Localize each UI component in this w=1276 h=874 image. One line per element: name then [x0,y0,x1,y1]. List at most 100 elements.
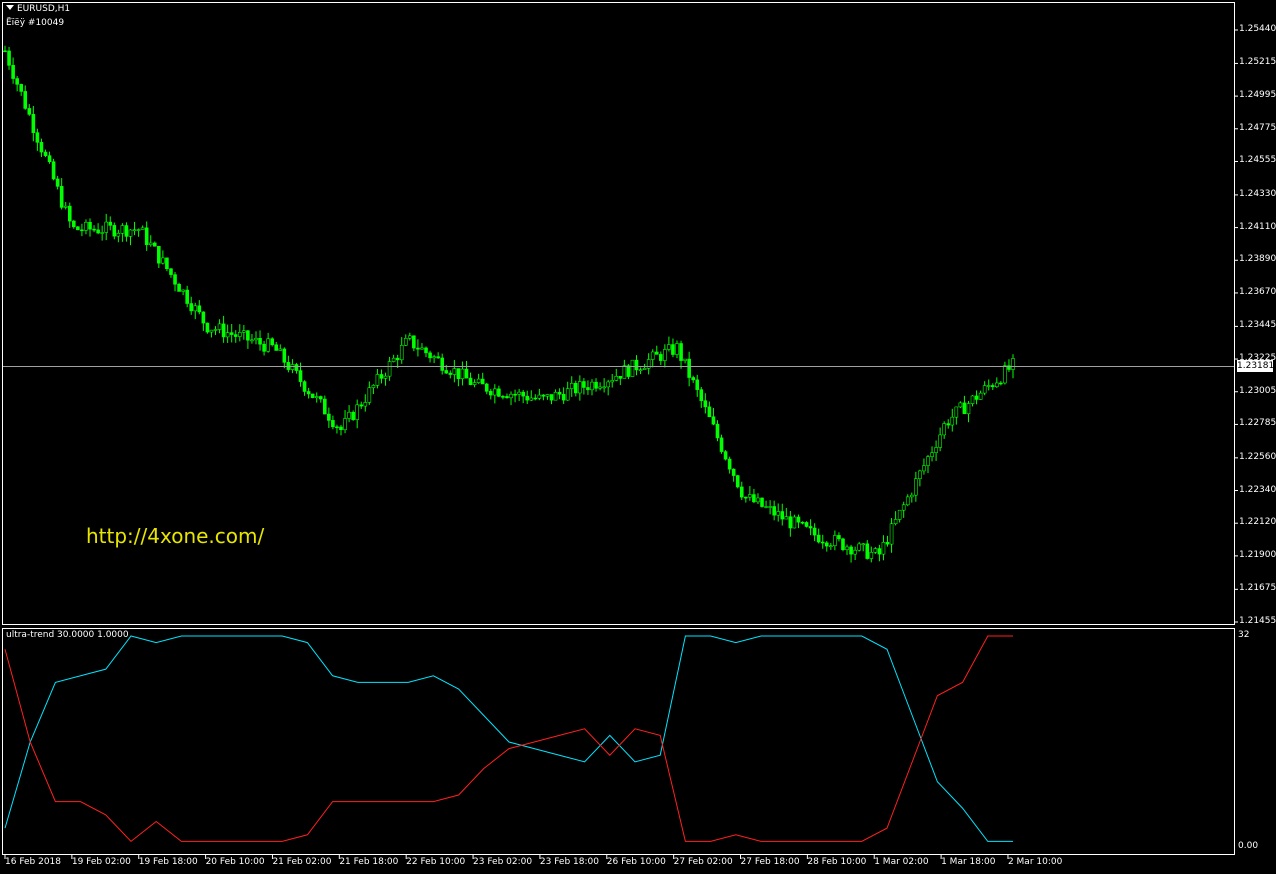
candle-body [440,357,445,371]
candle-body [788,516,793,529]
candle-body [505,396,509,399]
candle-body [723,451,728,460]
candle-body [493,388,497,396]
candle-body [970,395,975,404]
candle-body [35,132,40,143]
candle-body [456,368,461,380]
candle-body [926,456,930,466]
candle-body [201,311,206,324]
candle-body [995,382,999,387]
candle-body [772,506,776,516]
candle-body [92,228,96,231]
candle-body [221,323,226,338]
price-tick-label: 1.21455 [1239,616,1276,626]
candle-body [517,391,521,395]
candle-body [274,344,279,351]
candle-body [436,356,440,359]
candle-body [606,381,610,388]
candle-body [573,383,578,394]
candle-body [978,392,983,400]
expert-label: Ëïëÿ #10049 [6,18,65,28]
candle-body [578,381,582,394]
candle-body [88,222,92,230]
candle-body [654,351,659,355]
candle-body [464,368,469,379]
price-tick-label: 1.24110 [1239,221,1276,232]
candle-body [541,394,546,397]
candle-body [642,367,647,370]
candle-body [237,332,242,337]
candle-body [614,375,619,381]
candle-body [630,359,635,377]
candle-body [193,305,198,312]
candle-body [861,543,866,546]
candle-body [416,347,420,350]
candle-body [942,423,946,436]
candle-body [161,257,165,264]
candle-body [853,549,857,555]
candle-body [420,347,424,350]
time-tick-label: 1 Mar 18:00 [941,857,996,867]
candle-body [699,389,704,401]
candle-body [165,257,169,270]
candle-body [569,383,574,389]
price-chart-canvas[interactable] [0,0,1276,874]
time-tick-label: 23 Feb 18:00 [539,857,599,867]
candle-body [55,178,60,187]
candle-body [626,365,631,377]
candle-body [19,84,23,92]
candle-body [739,486,744,498]
candle-body [250,339,254,342]
candle-body [310,393,315,398]
candle-body [468,377,473,385]
candle-body [136,229,141,231]
candle-body [76,226,80,231]
candle-body [225,332,230,338]
price-tick-label: 1.25440 [1239,24,1276,34]
candle-body [703,400,708,408]
candle-body [659,354,663,361]
candle-body [667,344,671,350]
candle-body [379,374,384,379]
candle-body [347,411,351,419]
candle-body [877,548,882,555]
time-tick-label: 19 Feb 18:00 [138,857,198,867]
candle-body [242,330,246,333]
candle-body [262,343,266,352]
candle-body [124,225,129,237]
candle-body [383,375,388,379]
candle-body [808,526,813,529]
candle-body [881,542,886,555]
candle-body [950,416,955,426]
candle-body [824,542,829,547]
candle-body [412,335,416,349]
ultra-trend-down-line [4,635,1013,843]
candle-body [586,387,590,391]
candle-body [395,357,400,361]
candle-body [663,349,667,361]
candle-body [104,221,109,233]
dropdown-triangle-icon[interactable] [6,5,14,10]
candle-body [675,343,679,355]
candle-body [837,535,841,540]
candle-body [472,382,477,385]
indicator-bottom-tick: 0.00 [1238,841,1259,851]
time-tick-label: 16 Feb 2018 [5,857,62,867]
candle-body [869,552,874,559]
candle-body [327,413,331,421]
candle-body [209,329,214,333]
candle-body [962,402,967,415]
candle-body [173,274,177,285]
time-tick-label: 27 Feb 18:00 [740,857,800,867]
candle-body [169,268,173,275]
price-tick-label: 1.23005 [1239,385,1276,396]
candle-body [707,406,712,418]
candle-body [922,465,926,472]
symbol-label: EURUSD,H1 [6,4,70,15]
candle-body [84,222,88,231]
candle-body [128,229,133,237]
candle-body [748,494,752,498]
candle-body [804,522,809,527]
candle-body [784,516,789,520]
candle-body [671,344,675,355]
